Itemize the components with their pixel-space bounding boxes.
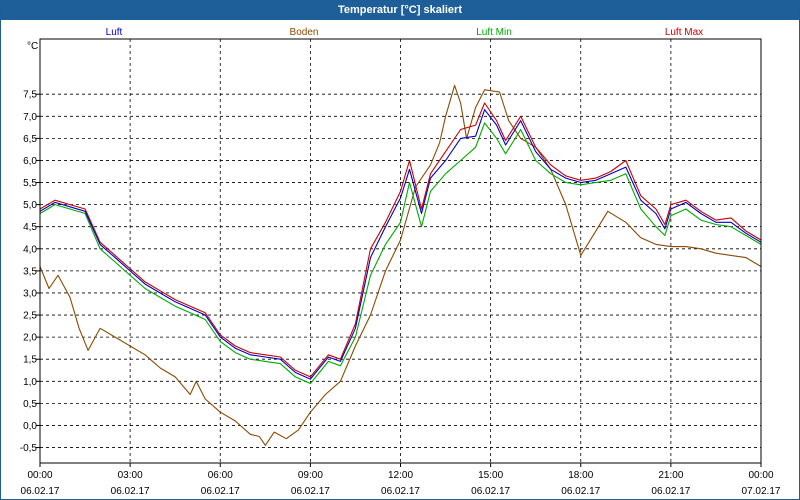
- legend-luft-min: Luft Min: [476, 27, 512, 38]
- y-tick-label: 5,5: [23, 178, 37, 189]
- legend-luft: Luft: [106, 27, 123, 38]
- y-tick-label: 7,0: [23, 112, 37, 123]
- x-tick-time: 15:00: [478, 470, 503, 481]
- y-axis-ticks: -0,5 0,0 0,5 1,0 1,5 2,0 2,5 3,0 3,5 4,0 4,5 5,0 5,5…: [20, 90, 40, 454]
- y-tick-label: 4,5: [23, 222, 37, 233]
- x-tick-date: 06.02.17: [111, 486, 150, 497]
- legend-boden: Boden: [290, 27, 319, 38]
- y-tick-label: 2,0: [23, 333, 37, 344]
- x-tick-time: 18:00: [568, 470, 593, 481]
- x-tick-date: 06.02.17: [201, 486, 240, 497]
- x-tick-date: 06.02.17: [651, 486, 690, 497]
- y-tick-label: 3,0: [23, 288, 37, 299]
- x-tick-time: 09:00: [298, 470, 323, 481]
- y-tick-label: -0,5: [20, 443, 38, 454]
- x-tick-time: 21:00: [658, 470, 683, 481]
- x-tick-date: 07.02.17: [742, 486, 781, 497]
- y-tick-label: 0,5: [23, 399, 37, 410]
- x-tick-time: 00:00: [748, 470, 773, 481]
- x-tick-date: 06.02.17: [561, 486, 600, 497]
- x-tick-date: 06.02.17: [471, 486, 510, 497]
- series-line-boden: [39, 84, 762, 446]
- y-tick-label: 5,0: [23, 200, 37, 211]
- grid-lines: [40, 39, 761, 463]
- y-tick-label: 6,0: [23, 156, 37, 167]
- data-lines: [39, 84, 762, 446]
- legend-luft-max: Luft Max: [665, 27, 703, 38]
- x-tick-date: 06.02.17: [381, 486, 420, 497]
- y-axis-unit: °C: [27, 41, 38, 52]
- x-tick-time: 06:00: [208, 470, 233, 481]
- x-tick-time: 12:00: [388, 470, 413, 481]
- y-tick-label: 1,5: [23, 355, 37, 366]
- x-tick-time: 03:00: [118, 470, 143, 481]
- y-tick-label: 7,5: [23, 90, 37, 101]
- x-tick-date: 06.02.17: [21, 486, 60, 497]
- x-tick-date: 06.02.17: [291, 486, 330, 497]
- y-tick-label: 1,0: [23, 377, 37, 388]
- temperature-chart: Luft Boden Luft Min Luft Max °C -0,5 0,0 0…: [20, 27, 781, 497]
- x-axis-ticks: 00:00 06.02.17 03:00 06.02.17 06:00 06.02.17 0…: [21, 463, 781, 497]
- y-tick-label: 4,0: [23, 244, 37, 255]
- y-tick-label: 3,5: [23, 266, 37, 277]
- y-tick-label: 6,5: [23, 134, 37, 145]
- y-tick-label: 2,5: [23, 311, 37, 322]
- chart-window: Temperatur [°C] skaliert Luft Boden Luft…: [0, 0, 800, 500]
- y-tick-label: 0,0: [23, 421, 37, 432]
- x-tick-time: 00:00: [27, 470, 52, 481]
